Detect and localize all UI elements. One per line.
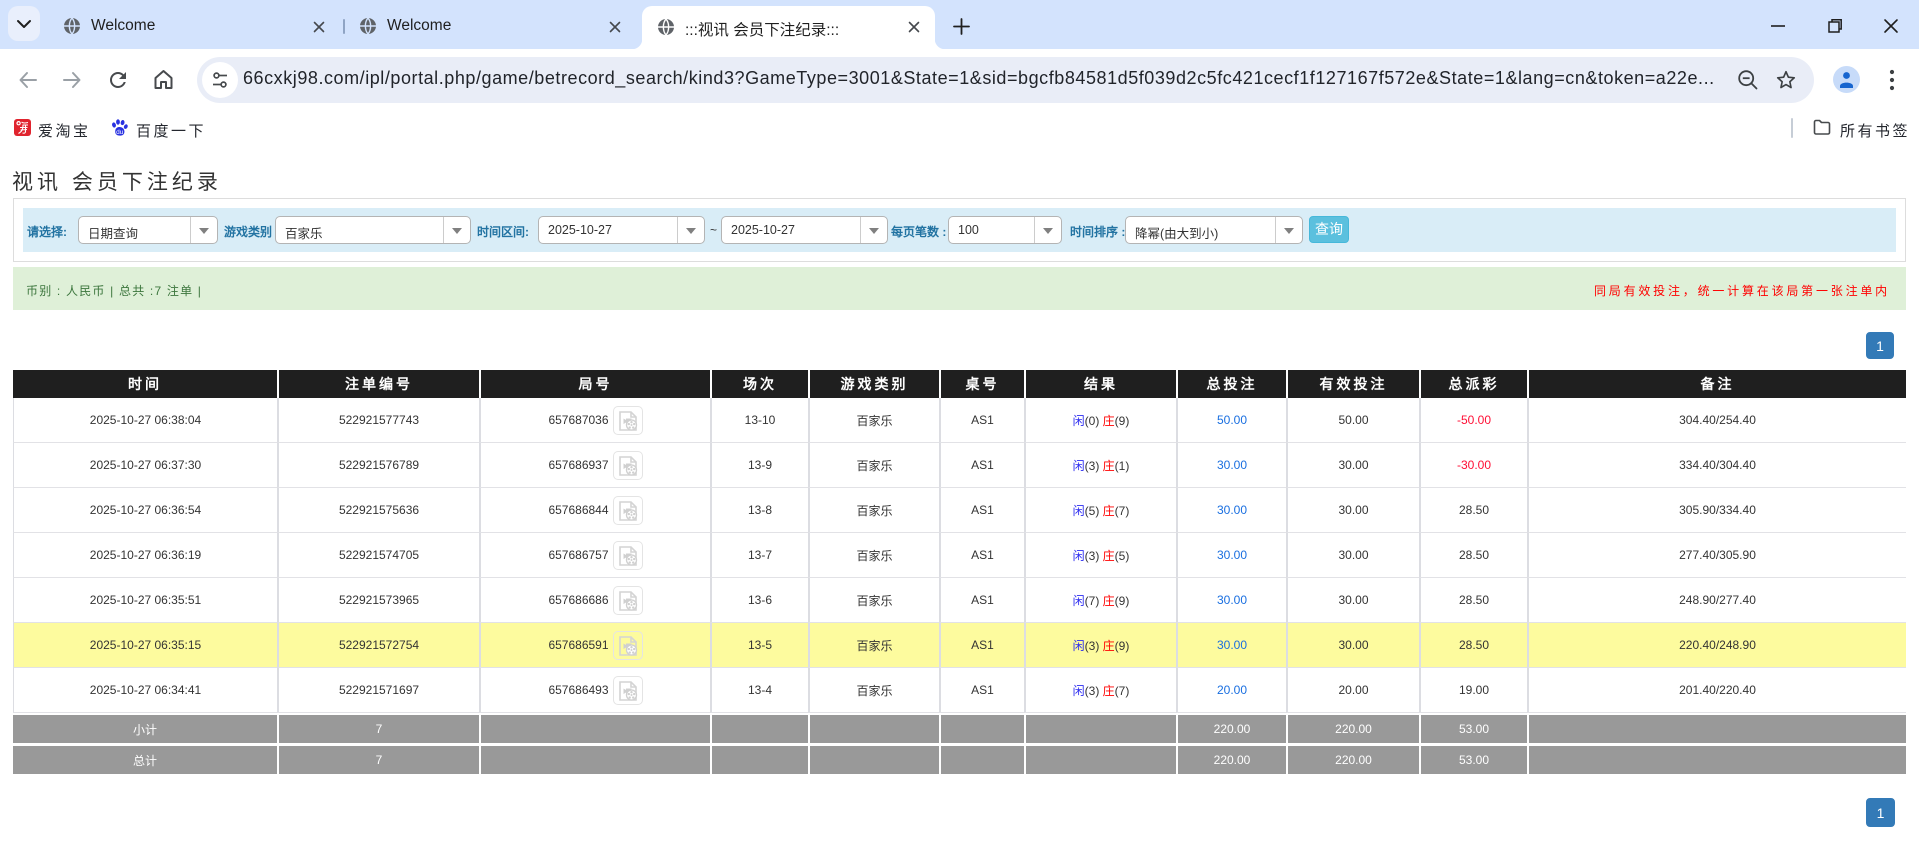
svg-text:du: du (116, 129, 124, 136)
